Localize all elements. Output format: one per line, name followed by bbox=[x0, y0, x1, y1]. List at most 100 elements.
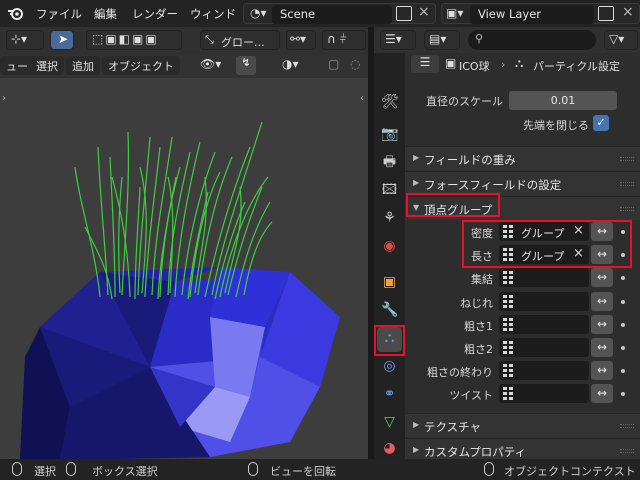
sidebar-expand-arrow-icon[interactable]: › bbox=[2, 93, 6, 104]
copy-view-layer-icon[interactable] bbox=[598, 6, 614, 21]
status-select: 選択 bbox=[34, 465, 56, 478]
viewport-scene[interactable] bbox=[0, 27, 368, 459]
keyframe-dot-icon[interactable] bbox=[621, 346, 625, 350]
mouse-context-icon bbox=[484, 462, 494, 476]
panel-title: フィールドの重み bbox=[424, 153, 516, 167]
panel-title: テクスチャ bbox=[424, 420, 482, 434]
tab-render[interactable]: 📷 bbox=[377, 123, 402, 148]
close-view-layer-icon[interactable]: × bbox=[622, 4, 634, 20]
keyframe-dot-icon[interactable] bbox=[621, 323, 625, 327]
invert-toggle-button[interactable]: ↔ bbox=[591, 384, 613, 403]
add-menu[interactable]: 追加 bbox=[66, 56, 100, 75]
collapse-arrow-icon: ▶ bbox=[413, 153, 420, 162]
world-icon: ◉ bbox=[383, 238, 396, 254]
breadcrumb: ☰ ▣ ICO球 › ⛬ パーティクル設定 bbox=[405, 53, 640, 77]
keyframe-dot-icon[interactable] bbox=[621, 276, 625, 280]
drag-grip-icon[interactable] bbox=[620, 182, 634, 186]
filter-button[interactable]: ▽▾ bbox=[604, 30, 638, 50]
shading-icon[interactable]: ◌ bbox=[350, 57, 360, 71]
toolbar-expand-arrow-icon[interactable]: ‹ bbox=[360, 93, 364, 104]
menu-window[interactable]: ウィンド bbox=[190, 6, 236, 22]
vertex-group-icon bbox=[503, 271, 514, 284]
scene-selector[interactable]: ◔▾ Scene × bbox=[243, 3, 436, 24]
status-rotate-view: ビューを回転 bbox=[270, 465, 336, 478]
copy-scene-icon[interactable] bbox=[396, 6, 412, 21]
select-tool-button[interactable]: ➤ bbox=[50, 30, 74, 50]
highlight-vertex-group-header bbox=[406, 193, 500, 217]
status-bar: 選択 ボックス選択 ビューを回転 オブジェクトコンテクスト bbox=[0, 459, 640, 480]
vertex-group-field[interactable] bbox=[499, 384, 589, 403]
vertex-group-field[interactable] bbox=[499, 361, 589, 380]
invert-toggle-button[interactable]: ↔ bbox=[591, 361, 613, 380]
drag-grip-icon[interactable] bbox=[620, 424, 634, 428]
status-object-context: オブジェクトコンテクスト bbox=[504, 465, 636, 478]
menu-edit[interactable]: 編集 bbox=[94, 6, 117, 22]
view-layer-name-field[interactable]: View Layer bbox=[470, 5, 594, 24]
keyframe-dot-icon[interactable] bbox=[621, 392, 625, 396]
drag-grip-icon[interactable] bbox=[620, 157, 634, 161]
tab-world[interactable]: ◉ bbox=[377, 235, 402, 260]
pivot-dropdown[interactable]: ⚯▾ bbox=[286, 30, 316, 50]
close-scene-icon[interactable]: × bbox=[418, 4, 430, 20]
tab-material[interactable]: ◕ bbox=[377, 437, 402, 459]
panel-textures[interactable]: ▶ テクスチャ bbox=[405, 413, 640, 437]
vertex-group-field[interactable] bbox=[499, 292, 589, 311]
object-icon: ▣ bbox=[382, 274, 397, 290]
vertex-group-icon bbox=[503, 318, 514, 331]
snap-toggle[interactable]: ∩ ⫩ bbox=[322, 30, 366, 50]
view-menu[interactable]: ュー bbox=[0, 56, 34, 75]
drag-grip-icon[interactable] bbox=[620, 449, 634, 453]
scene-icon: ◔▾ bbox=[250, 6, 267, 20]
collapse-arrow-icon: ▶ bbox=[413, 420, 420, 429]
invert-toggle-button[interactable]: ↔ bbox=[591, 268, 613, 287]
select-menu[interactable]: 選択 bbox=[30, 56, 64, 75]
vertex-group-icon bbox=[503, 387, 514, 400]
vertex-group-field[interactable] bbox=[499, 338, 589, 357]
tab-tool[interactable]: 🛠 bbox=[377, 91, 402, 116]
object-type-icon: ☰ bbox=[411, 55, 439, 73]
display-mode-button[interactable]: ▤▾ bbox=[424, 30, 460, 50]
tab-data[interactable]: ▽ bbox=[377, 411, 402, 436]
scene-name-field[interactable]: Scene bbox=[272, 5, 392, 24]
viewport-mode-bar: ュー 選択 追加 オブジェクト 👁▾ ↯ ◑▾ ▢ ◌ bbox=[0, 54, 368, 78]
panel-force-field[interactable]: ▶ フォースフィールドの設定 bbox=[405, 171, 640, 195]
invert-toggle-button[interactable]: ↔ bbox=[591, 315, 613, 334]
vertex-group-field[interactable] bbox=[499, 268, 589, 287]
xray-icon[interactable]: ▢ bbox=[328, 57, 339, 71]
pivot-icon: ⚯▾ bbox=[290, 32, 307, 46]
object-menu[interactable]: オブジェクト bbox=[102, 56, 180, 75]
drag-grip-icon[interactable] bbox=[620, 207, 634, 211]
invert-toggle-button[interactable]: ↔ bbox=[591, 292, 613, 311]
tab-view-layer[interactable]: 🖾 bbox=[377, 179, 402, 204]
blender-logo-icon[interactable] bbox=[7, 5, 24, 22]
tab-constraints[interactable]: ⚭ bbox=[377, 383, 402, 408]
properties-editor-type-button[interactable]: ☰▾ bbox=[380, 30, 416, 50]
vertex-group-row-label: ねじれ bbox=[460, 297, 493, 310]
overlay-icon[interactable]: ◑▾ bbox=[282, 57, 299, 71]
close-tip-checkbox[interactable]: ✓ bbox=[593, 115, 609, 131]
tab-modifiers[interactable]: 🔧 bbox=[377, 299, 402, 324]
tab-output[interactable]: 🖶 bbox=[377, 151, 402, 176]
3d-viewport[interactable]: ⊹▾ ➤ ⬚▣◧▣▣ ⤡ グロー... ⚯▾ ∩ ⫩ ュー 選択 追加 オブジェ… bbox=[0, 27, 368, 459]
menu-file[interactable]: ファイル bbox=[36, 6, 82, 22]
panel-custom-properties[interactable]: ▶ カスタムプロパティ bbox=[405, 438, 640, 459]
tab-physics[interactable]: ◎ bbox=[377, 355, 402, 380]
selection-mode-group[interactable]: ⬚▣◧▣▣ bbox=[86, 30, 182, 50]
visibility-icon[interactable]: 👁▾ bbox=[200, 57, 221, 71]
outliner-icon: ▤▾ bbox=[429, 32, 447, 46]
search-input[interactable]: ⚲ bbox=[468, 30, 596, 50]
keyframe-dot-icon[interactable] bbox=[621, 300, 625, 304]
editor-type-button[interactable]: ⊹▾ bbox=[6, 30, 44, 50]
gizmo-toggle-icon[interactable]: ↯ bbox=[236, 56, 256, 75]
vertex-group-field[interactable] bbox=[499, 315, 589, 334]
transform-orientation-dropdown[interactable]: ⤡ グロー... bbox=[200, 30, 280, 50]
invert-toggle-button[interactable]: ↔ bbox=[591, 338, 613, 357]
tab-object[interactable]: ▣ bbox=[377, 271, 402, 296]
menu-render[interactable]: レンダー bbox=[132, 6, 178, 22]
keyframe-dot-icon[interactable] bbox=[621, 369, 625, 373]
diameter-scale-field[interactable]: 0.01 bbox=[509, 91, 617, 110]
panel-field-weights[interactable]: ▶ フィールドの重み bbox=[405, 146, 640, 170]
viewport-header: ⊹▾ ➤ ⬚▣◧▣▣ ⤡ グロー... ⚯▾ ∩ ⫩ bbox=[0, 27, 368, 54]
view-layer-selector[interactable]: ▣▾ View Layer × bbox=[441, 3, 640, 24]
tab-scene[interactable]: ⚘ bbox=[377, 207, 402, 232]
